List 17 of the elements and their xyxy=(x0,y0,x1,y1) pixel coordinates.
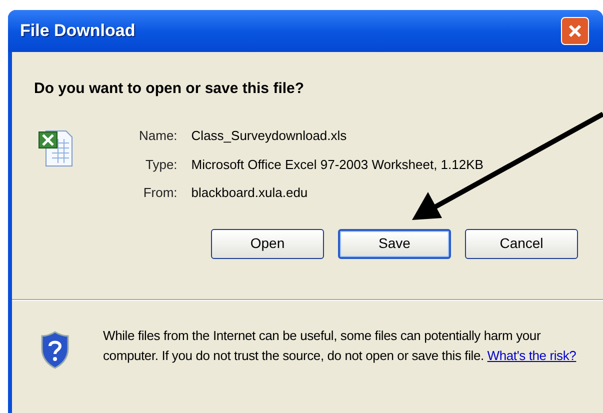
field-label: Type: xyxy=(144,156,178,174)
field-label: From: xyxy=(142,184,178,202)
warning-text: While files from the Internet can be useful, some files can potentially harm your computer. If you do not trust the source, do not open or save this file. What's the risk? xyxy=(103,326,578,365)
field-label: Name: xyxy=(139,127,178,145)
dialog-button[interactable]: Cancel xyxy=(465,228,578,258)
dialog-button[interactable]: Save xyxy=(338,228,451,258)
field-value: Microsoft Office Excel 97-2003 Worksheet, 1.12KB xyxy=(191,156,484,174)
close-icon xyxy=(567,23,583,39)
field-value: blackboard.xula.edu xyxy=(191,184,309,202)
dialog-question: Do you want to open or save this file? xyxy=(33,79,306,99)
dialog-button[interactable]: Open xyxy=(211,228,324,258)
security-shield-icon xyxy=(40,330,70,368)
risk-link[interactable]: What's the risk? xyxy=(487,348,576,362)
spreadsheet-file-icon xyxy=(38,129,74,167)
field-value: Class_Surveydownload.xls xyxy=(191,127,348,145)
window-title: File Download xyxy=(20,20,136,42)
close-button[interactable] xyxy=(561,17,589,45)
